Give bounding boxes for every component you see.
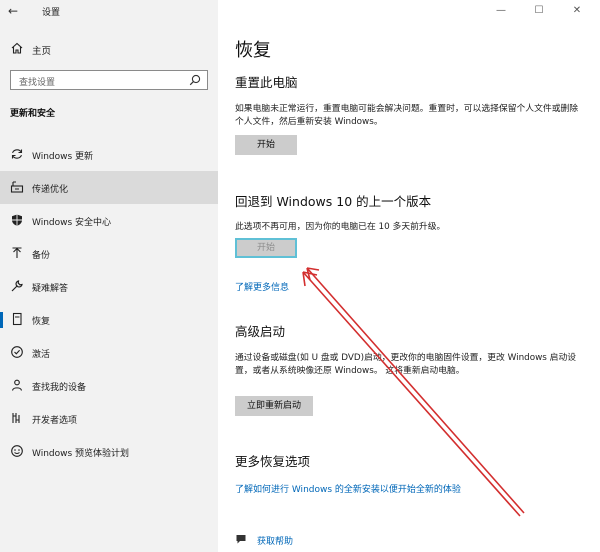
shield-icon <box>12 214 22 226</box>
restart-now-button[interactable]: 立即重新启动 <box>235 396 313 416</box>
sidebar-item-label: 开发者选项 <box>32 416 78 426</box>
sidebar-item-backup[interactable]: 备份 <box>0 237 218 270</box>
window-controls: — ☐ ✕ <box>490 0 600 22</box>
sidebar-item-label: Windows 更新 <box>32 152 94 162</box>
rollback-heading: 回退到 Windows 10 的上一个版本 <box>235 194 432 209</box>
section-title: 更新和安全 <box>10 109 56 119</box>
wrench-icon <box>11 280 23 292</box>
learn-more-link[interactable]: 了解更多信息 <box>235 280 289 293</box>
search-icon[interactable] <box>189 74 201 86</box>
back-arrow-icon[interactable]: ← <box>8 4 22 18</box>
sidebar-item-label: Windows 安全中心 <box>32 218 112 228</box>
advanced-startup-description: 通过设备或磁盘(如 U 盘或 DVD)启动，更改你的电脑固件设置，更改 Wind… <box>235 353 577 376</box>
sidebar-item-delivery-optimization[interactable]: 传递优化 <box>0 171 218 204</box>
sidebar-item-recovery[interactable]: 恢复 <box>0 303 218 336</box>
settings-window: ← 设置 主页 查找设置 更新和安全 Windows 更新 传递优化 Windo… <box>0 0 600 552</box>
page-title: 恢复 <box>235 40 271 61</box>
developer-icon <box>12 413 20 423</box>
help-chat-icon <box>236 535 246 544</box>
sidebar-nav: Windows 更新 传递优化 Windows 安全中心 备份 疑难解答 恢复 … <box>0 138 218 468</box>
delivery-optimization-icon <box>10 181 24 193</box>
get-help-link[interactable]: 获取帮助 <box>235 532 355 548</box>
recovery-icon <box>12 312 22 326</box>
more-options-heading: 更多恢复选项 <box>235 454 311 469</box>
close-button[interactable]: ✕ <box>570 4 584 18</box>
reset-start-button[interactable]: 开始 <box>235 135 297 155</box>
smiley-icon <box>11 445 23 457</box>
get-help-label: 获取帮助 <box>257 537 294 547</box>
sidebar: ← 设置 主页 查找设置 更新和安全 Windows 更新 传递优化 Windo… <box>0 0 218 552</box>
sidebar-item-insider-program[interactable]: Windows 预览体验计划 <box>0 435 218 468</box>
sidebar-item-troubleshoot[interactable]: 疑难解答 <box>0 270 218 303</box>
sidebar-item-label: 激活 <box>32 350 51 360</box>
sidebar-item-windows-update[interactable]: Windows 更新 <box>0 138 218 171</box>
rollback-description: 此选项不再可用，因为你的电脑已在 10 多天前升级。 <box>235 222 446 232</box>
window-title: 设置 <box>42 8 61 18</box>
reset-description: 如果电脑未正常运行，重置电脑可能会解决问题。重置时，可以选择保留个人文件或删除个… <box>235 104 579 127</box>
backup-arrow-icon <box>12 247 22 258</box>
sidebar-item-label: Windows 预览体验计划 <box>32 449 130 459</box>
sync-icon <box>11 149 23 159</box>
check-circle-icon <box>11 346 23 358</box>
main-content: — ☐ ✕ 恢复 重置此电脑 如果电脑未正常运行，重置电脑可能会解决问题。重置时… <box>218 0 600 552</box>
minimize-button[interactable]: — <box>494 4 508 18</box>
maximize-button[interactable]: ☐ <box>532 4 546 18</box>
search-input[interactable]: 查找设置 <box>10 70 208 90</box>
reset-heading: 重置此电脑 <box>235 75 298 90</box>
sidebar-item-activation[interactable]: 激活 <box>0 336 218 369</box>
advanced-startup-heading: 高级启动 <box>235 324 286 339</box>
titlebar: ← 设置 <box>0 0 218 22</box>
sidebar-item-label: 传递优化 <box>32 185 69 195</box>
active-indicator <box>0 312 3 328</box>
sidebar-item-label: 疑难解答 <box>32 284 69 294</box>
sidebar-item-windows-security[interactable]: Windows 安全中心 <box>0 204 218 237</box>
sidebar-item-developer-options[interactable]: 开发者选项 <box>0 402 218 435</box>
home-icon <box>11 42 23 54</box>
home-label: 主页 <box>32 46 52 57</box>
home-link[interactable]: 主页 <box>0 38 218 60</box>
sidebar-item-label: 恢复 <box>32 317 51 327</box>
sidebar-item-find-my-device[interactable]: 查找我的设备 <box>0 369 218 402</box>
sidebar-item-label: 查找我的设备 <box>32 383 87 393</box>
person-pin-icon <box>11 379 23 391</box>
fresh-install-link[interactable]: 了解如何进行 Windows 的全新安装以便开始全新的体验 <box>235 482 461 495</box>
sidebar-item-label: 备份 <box>32 251 51 261</box>
search-placeholder: 查找设置 <box>19 78 56 88</box>
rollback-start-button[interactable]: 开始 <box>235 238 297 258</box>
